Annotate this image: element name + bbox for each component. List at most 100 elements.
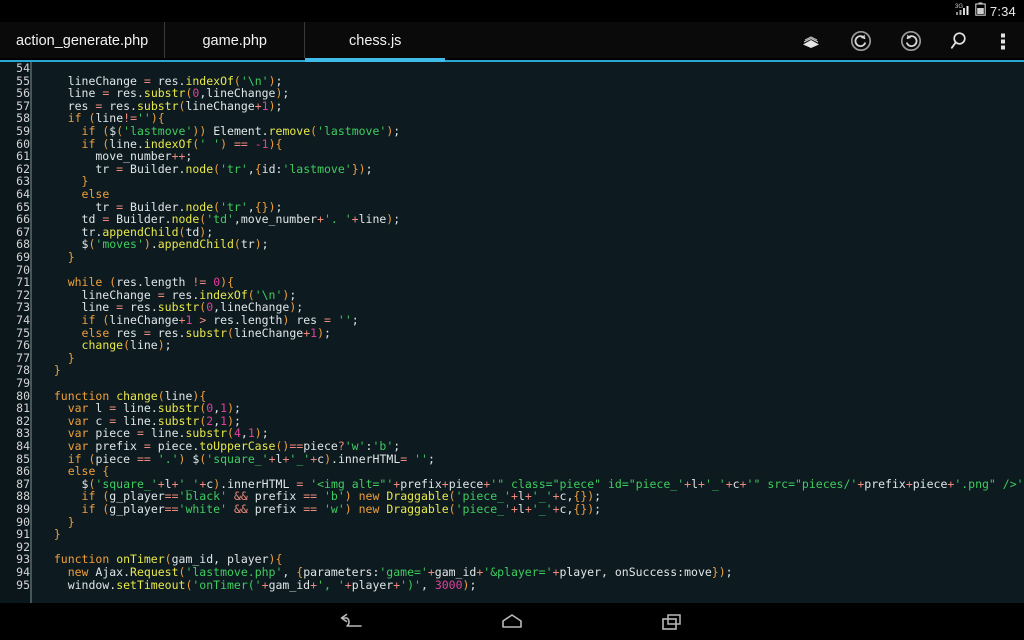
code-token: , xyxy=(248,162,255,176)
code-token: player, onSuccess xyxy=(559,565,677,579)
code-token: + xyxy=(553,502,560,516)
code-token: innerHTML xyxy=(338,452,400,466)
code-token: == xyxy=(165,502,179,516)
code-token: ')' xyxy=(400,578,421,592)
code-token: c xyxy=(733,477,740,491)
code-token: == xyxy=(137,452,158,466)
code-token: gam_id xyxy=(269,578,311,592)
code-token: ) xyxy=(317,326,324,340)
code-token: prefix xyxy=(864,477,906,491)
code-line[interactable]: } xyxy=(40,251,75,264)
code-token: '" src="pieces/' xyxy=(747,477,858,491)
code-token: == xyxy=(227,137,255,151)
tab-bar-spacer xyxy=(445,22,786,60)
redo-icon[interactable] xyxy=(886,22,936,60)
code-token: + xyxy=(345,578,352,592)
code-token: . xyxy=(331,452,338,466)
tab-game-php[interactable]: game.php xyxy=(165,22,305,60)
line-number: 89 xyxy=(0,503,30,516)
code-token: ) xyxy=(324,452,331,466)
code-token: } xyxy=(54,527,61,541)
code-token: lineChange xyxy=(234,326,303,340)
code-token: + xyxy=(726,477,733,491)
code-token: g_player xyxy=(109,502,164,516)
code-token xyxy=(331,313,338,327)
back-icon[interactable] xyxy=(322,603,382,640)
code-token: } xyxy=(68,351,75,365)
code-token: line xyxy=(130,338,158,352)
line-number: 76 xyxy=(0,339,30,352)
code-token: ) xyxy=(269,137,276,151)
line-number: 54 xyxy=(0,62,30,75)
code-token: 'moves' xyxy=(95,237,143,251)
code-token: ( xyxy=(449,502,456,516)
code-token: + xyxy=(262,578,269,592)
code-token: prefix xyxy=(248,502,303,516)
code-token xyxy=(40,363,54,377)
code-line[interactable]: } xyxy=(40,364,61,377)
code-line[interactable]: tr = Builder.node('tr',{id:'lastmove'}); xyxy=(40,163,373,176)
line-number: 91 xyxy=(0,528,30,541)
code-token: + xyxy=(906,477,913,491)
code-token: 'square_' xyxy=(206,452,268,466)
code-token: piece xyxy=(913,477,948,491)
tab-action-generate-php[interactable]: action_generate.php xyxy=(0,22,165,60)
code-token: 'lastmove' xyxy=(317,124,386,138)
code-token: ( xyxy=(234,237,241,251)
undo-icon[interactable] xyxy=(836,22,886,60)
code-line[interactable]: window.setTimeout('onTimer('+gam_id+', '… xyxy=(40,579,476,592)
code-token: new xyxy=(359,502,380,516)
android-navigation-bar xyxy=(0,603,1024,640)
code-token: + xyxy=(317,212,324,226)
code-token: lineChange xyxy=(185,99,254,113)
line-number: 95 xyxy=(0,579,30,592)
tab-chess-js[interactable]: chess.js xyxy=(305,22,445,60)
code-token: {}) xyxy=(573,502,594,516)
overflow-menu-icon[interactable] xyxy=(986,22,1020,60)
recent-apps-icon[interactable] xyxy=(642,603,702,640)
save-icon[interactable] xyxy=(786,22,836,60)
code-token: ) xyxy=(255,237,262,251)
toolbar-actions xyxy=(786,22,1024,60)
tab-label: chess.js xyxy=(349,33,401,49)
code-token: 'piece_' xyxy=(456,502,511,516)
code-token: }) xyxy=(352,162,366,176)
code-token: ; xyxy=(393,124,400,138)
code-token xyxy=(40,250,68,264)
home-icon[interactable] xyxy=(482,603,542,640)
code-token: + xyxy=(310,578,317,592)
search-icon[interactable] xyxy=(936,22,986,60)
code-editor[interactable]: 5455 lineChange = res.indexOf('\n');56 l… xyxy=(0,62,1024,603)
code-token: '_' xyxy=(532,502,553,516)
code-token: ; xyxy=(324,326,331,340)
code-token: ; xyxy=(262,237,269,251)
code-token xyxy=(352,502,359,516)
battery-icon xyxy=(975,2,986,21)
code-token: l xyxy=(691,477,698,491)
code-token: '_' xyxy=(705,477,726,491)
code-token: '&player=' xyxy=(483,565,552,579)
code-token: ; xyxy=(366,162,373,176)
line-number: 94 xyxy=(0,566,30,579)
code-token: + xyxy=(269,452,276,466)
line-number: 79 xyxy=(0,377,30,390)
code-token: + xyxy=(525,502,532,516)
code-line[interactable]: } xyxy=(40,528,61,541)
code-token: l xyxy=(518,502,525,516)
tab-label: action_generate.php xyxy=(16,33,148,49)
line-number: 84 xyxy=(0,440,30,453)
code-token: ,move_number xyxy=(234,212,317,226)
code-token: node xyxy=(185,162,213,176)
code-token: && xyxy=(234,502,248,516)
status-bar-time: 7:34 xyxy=(990,5,1016,18)
code-token: Builder xyxy=(123,162,178,176)
code-token: } xyxy=(68,515,75,529)
code-token: } xyxy=(54,363,61,377)
code-line[interactable]: if (g_player=='white' && prefix == 'w') … xyxy=(40,503,601,516)
code-token: -1 xyxy=(255,137,269,151)
code-token xyxy=(227,502,234,516)
code-token: substr xyxy=(185,326,227,340)
code-token: ; xyxy=(393,212,400,226)
code-token: change xyxy=(82,338,124,352)
code-token: { xyxy=(276,137,283,151)
